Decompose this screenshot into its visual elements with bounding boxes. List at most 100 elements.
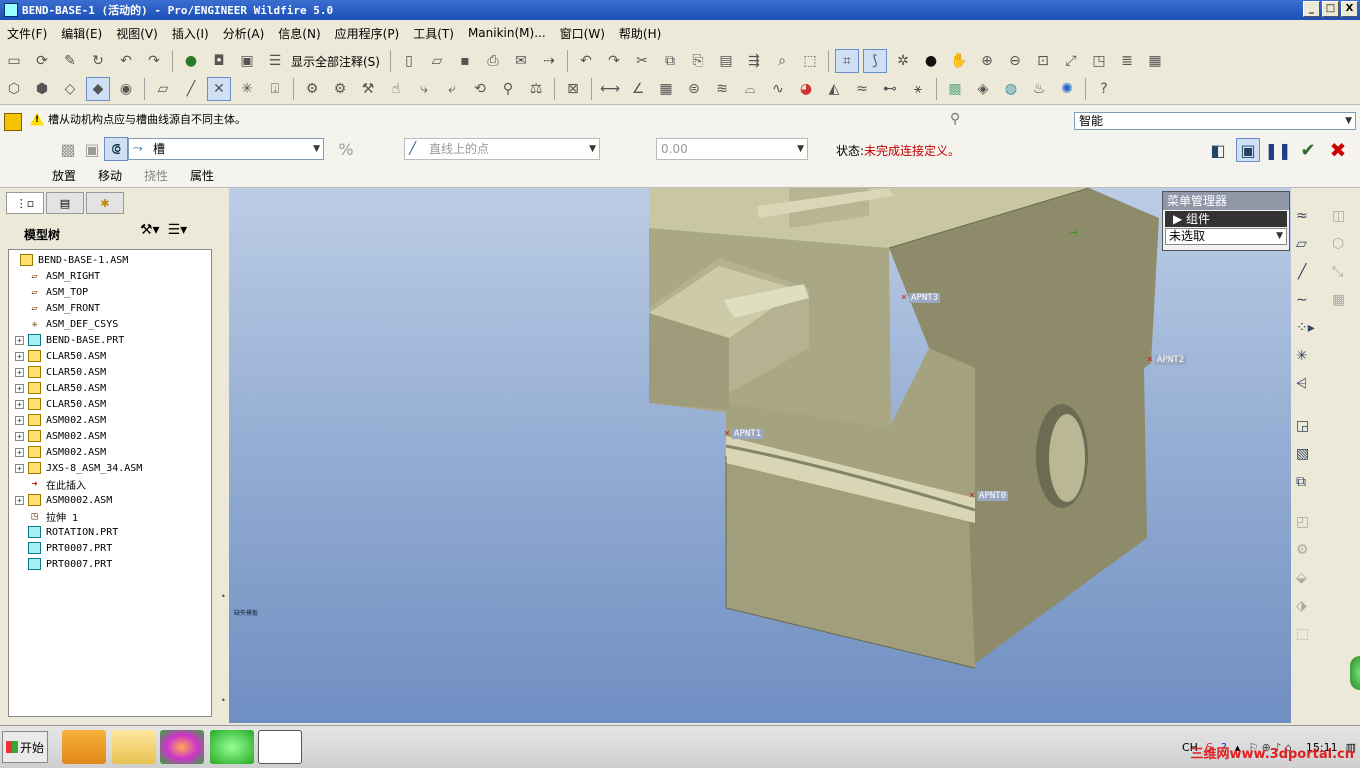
expand-toggle-icon[interactable]: + (15, 447, 24, 457)
mech-tool-6-icon[interactable]: ⟲ (468, 77, 492, 101)
start-button[interactable]: 开始 (2, 731, 48, 763)
right-aux-2-icon[interactable]: ⬡ (1332, 236, 1344, 252)
tree-item[interactable]: + BEND-BASE.PRT (9, 332, 211, 348)
menu-help[interactable]: 帮助(H) (612, 25, 668, 42)
email-icon[interactable]: ✉ (509, 49, 533, 73)
tab-favorites[interactable]: ✱ (86, 192, 124, 214)
tree-item[interactable]: ◳ 拉伸 1 (9, 508, 211, 524)
wireframe-icon[interactable]: ⬡ (2, 77, 26, 101)
menu-info[interactable]: 信息(N) (271, 25, 327, 42)
menu-edit[interactable]: 编辑(E) (54, 25, 109, 42)
render-scene-icon[interactable]: ▩ (943, 77, 967, 101)
reference-select[interactable]: ╱ 直线上的点 ▼ (404, 138, 600, 160)
menu-file[interactable]: 文件(F) (0, 25, 54, 42)
menu-applications[interactable]: 应用程序(P) (328, 25, 407, 42)
mech-tool-2-icon[interactable]: ⚙ (328, 77, 352, 101)
draft-icon[interactable]: ◭ (822, 77, 846, 101)
datum-point-apnt0[interactable]: × APNT0 (969, 490, 1009, 501)
tab-placement[interactable]: 放置 (52, 167, 76, 184)
taskbar-outlook-icon[interactable] (62, 730, 106, 764)
sketch-icon[interactable]: ✎ (58, 49, 82, 73)
layers-icon[interactable]: ≣ (1115, 49, 1139, 73)
curve-display-icon[interactable]: ⟆ (862, 49, 887, 73)
mech-tool-3-icon[interactable]: ⚒ (356, 77, 380, 101)
selection-filter[interactable]: 智能 ▼ (1074, 112, 1356, 130)
tree-item[interactable]: + ASM002.ASM (9, 412, 211, 428)
teapot-icon[interactable]: ♨ (1027, 77, 1051, 101)
taskbar-explorer-icon[interactable] (112, 730, 156, 764)
datum-point-apnt1[interactable]: × APNT1 (724, 428, 764, 439)
pause-icon[interactable]: ❚❚ (1265, 138, 1292, 162)
tree-item[interactable]: + JXS-8_ASM_34.ASM (9, 460, 211, 476)
mechanism-connection-icon[interactable]: ⟃ (104, 137, 128, 161)
close-button[interactable]: X (1341, 1, 1358, 17)
show-all-annotations-button[interactable]: 显示全部注释(S) (291, 53, 380, 70)
datum-axis-display-icon[interactable]: ╱ (179, 77, 203, 101)
tree-item[interactable]: ▱ ASM_RIGHT (9, 268, 211, 284)
drag-icon[interactable]: ☝ (384, 77, 408, 101)
right-aux-3-icon[interactable]: ⤡ (1332, 264, 1343, 280)
tool-disabled-4-icon[interactable]: ⬗ (1296, 598, 1307, 614)
paste-special-icon[interactable]: ▤ (714, 49, 738, 73)
datum-point-apnt3[interactable]: × APNT3 (901, 292, 941, 303)
paste-icon[interactable]: ⎘ (686, 49, 710, 73)
expand-toggle-icon[interactable]: + (15, 415, 24, 425)
right-aux-1-icon[interactable]: ◫ (1332, 208, 1345, 224)
panel-splitter[interactable]: • • (219, 548, 227, 708)
enhanced-realism-icon[interactable]: ◉ (114, 77, 138, 101)
datum-axis-tool-icon[interactable]: ╱ (1298, 264, 1306, 280)
curvature-icon[interactable]: ≋ (710, 77, 734, 101)
create-component-icon[interactable]: ▧ (1296, 446, 1309, 462)
menu-tools[interactable]: 工具(T) (406, 25, 461, 42)
undo-icon[interactable]: ↶ (574, 49, 598, 73)
print-icon[interactable]: ⎙ (481, 49, 505, 73)
expand-toggle-icon[interactable]: + (15, 383, 24, 393)
redo-icon[interactable]: ↻ (86, 49, 110, 73)
open-icon[interactable]: ▱ (425, 49, 449, 73)
select-box-icon[interactable]: ⬚ (798, 49, 822, 73)
tree-item[interactable]: ✳ ASM_DEF_CSYS (9, 316, 211, 332)
tool-disabled-3-icon[interactable]: ⬙ (1296, 570, 1307, 586)
annotation-list-icon[interactable]: ☰ (263, 49, 287, 73)
regenerate-model-icon[interactable]: ⇶ (742, 49, 766, 73)
clearance-icon[interactable]: ⊷ (878, 77, 902, 101)
cancel-x-icon[interactable]: ✖ (1326, 138, 1350, 162)
right-aux-4-icon[interactable]: ▦ (1332, 292, 1345, 308)
expand-toggle-icon[interactable]: + (15, 463, 24, 473)
appearance-icon[interactable]: ◈ (971, 77, 995, 101)
camera-icon[interactable]: ◘ (207, 49, 231, 73)
menu-analysis[interactable]: 分析(A) (216, 25, 272, 42)
tree-item[interactable]: + CLAR50.ASM (9, 348, 211, 364)
tree-item[interactable]: ▱ ASM_FRONT (9, 300, 211, 316)
tab-move[interactable]: 移动 (98, 167, 122, 184)
tree-item[interactable]: + CLAR50.ASM (9, 380, 211, 396)
tab-model-tree[interactable]: ⋮▫ (6, 192, 44, 214)
menu-manikin[interactable]: Manikin(M)... (461, 26, 553, 40)
csys-display-icon[interactable]: ✳ (235, 77, 259, 101)
tree-item[interactable]: PRT0007.PRT (9, 556, 211, 572)
datum-plane-display-icon[interactable]: ▱ (151, 77, 175, 101)
show-options-icon[interactable]: ☰▾ (168, 222, 188, 238)
mass-props-icon[interactable]: ⊜ (682, 77, 706, 101)
tab-folder-browser[interactable]: ▤ (46, 192, 84, 214)
menu-window[interactable]: 窗口(W) (553, 25, 612, 42)
settings-tools-icon[interactable]: ⚒▾ (140, 222, 160, 238)
copy-icon[interactable]: ⧉ (658, 49, 682, 73)
shading-icon[interactable]: ● (919, 49, 943, 73)
window-split-icon[interactable]: ◧ (1206, 138, 1230, 162)
annotation-display-icon[interactable]: ⍗ (263, 77, 287, 101)
reflection-icon[interactable]: ≈ (850, 77, 874, 101)
lights-icon[interactable]: ✺ (1055, 77, 1079, 101)
tool-disabled-5-icon[interactable]: ⬚ (1296, 626, 1309, 642)
user-defined-icon[interactable]: ▩ (56, 137, 80, 161)
wave-icon[interactable]: ∿ (766, 77, 790, 101)
model-3d-view[interactable]: ⊣ (229, 188, 1291, 723)
datum-plane-tool-icon[interactable]: ▱ (1296, 236, 1307, 252)
find-icon[interactable]: ⌕ (770, 49, 794, 73)
mech-tool-5-icon[interactable]: ⤶ (440, 77, 464, 101)
shaded-icon[interactable]: ◆ (86, 77, 110, 101)
expand-toggle-icon[interactable]: + (15, 351, 24, 361)
expand-toggle-icon[interactable]: + (15, 495, 24, 505)
regenerate-icon[interactable]: ⟳ (30, 49, 54, 73)
datum-point-apnt2[interactable]: × APNT2 (1147, 354, 1187, 365)
